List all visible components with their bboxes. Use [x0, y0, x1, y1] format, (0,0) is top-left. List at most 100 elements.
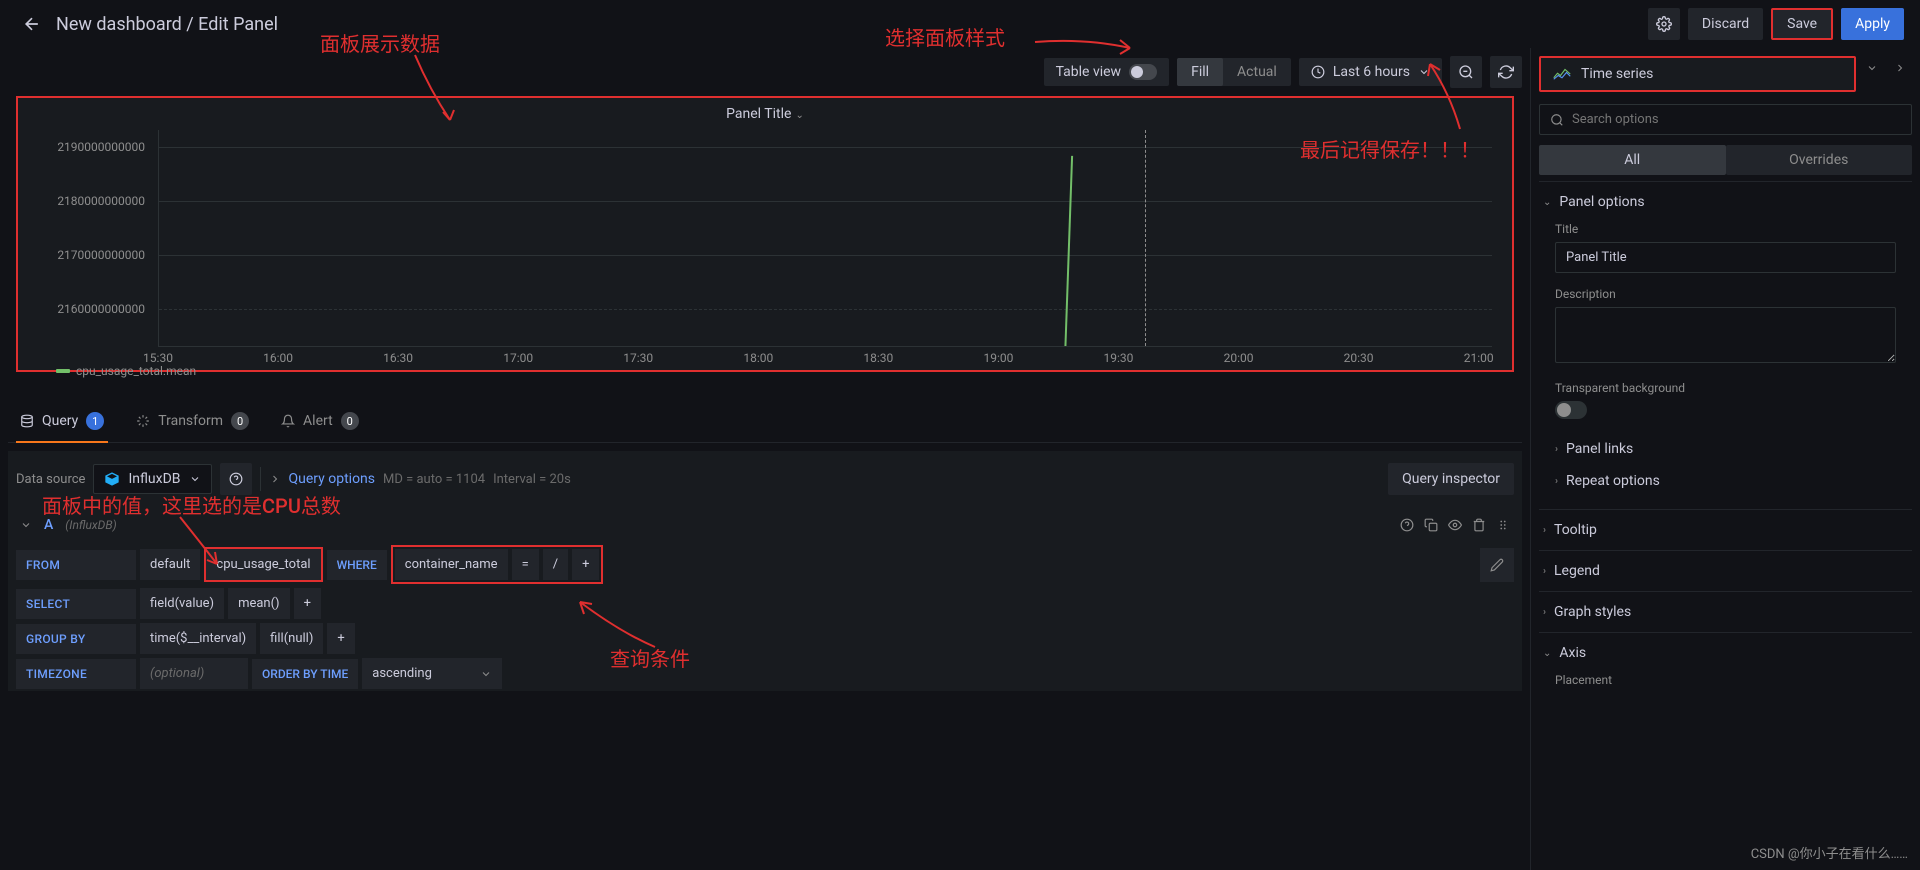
toggle-text-mode-button[interactable] [1480, 548, 1514, 582]
database-icon [20, 414, 34, 428]
visualization-name: Time series [1581, 66, 1653, 82]
section-header[interactable]: › Legend [1543, 563, 1908, 579]
refresh-button[interactable] [1490, 56, 1522, 88]
add-select[interactable]: + [294, 588, 321, 619]
title-field-label: Title [1555, 222, 1896, 236]
duplicate-button[interactable] [1424, 518, 1438, 532]
x-tick: 16:00 [263, 351, 293, 365]
drag-handle[interactable] [1496, 518, 1510, 532]
chevron-right-icon: › [1543, 566, 1546, 577]
time-range-picker[interactable]: Last 6 hours [1299, 58, 1442, 86]
chevron-right-icon: › [1555, 444, 1558, 455]
section-header[interactable]: ›Graph styles [1543, 604, 1908, 620]
apply-button[interactable]: Apply [1841, 8, 1904, 40]
tag-key[interactable]: container_name [395, 549, 508, 580]
section-axis: ⌄Axis Placement [1539, 632, 1912, 705]
datasource-label: Data source [16, 472, 85, 487]
clock-icon [1311, 65, 1325, 79]
table-view-toggle[interactable]: Table view [1044, 58, 1170, 86]
tab-badge: 1 [86, 412, 104, 430]
mean-token[interactable]: mean() [228, 588, 290, 619]
fill-pill[interactable]: Fill [1177, 58, 1223, 86]
actual-pill[interactable]: Actual [1223, 58, 1291, 86]
timezone-label: TIMEZONE [16, 659, 136, 689]
operator[interactable]: = [512, 549, 539, 580]
fill-token[interactable]: fill(null) [260, 623, 323, 654]
discard-button[interactable]: Discard [1688, 8, 1763, 40]
title-input[interactable] [1555, 242, 1896, 273]
subtab-all[interactable]: All [1539, 145, 1726, 175]
transparent-label: Transparent background [1555, 381, 1896, 395]
save-button[interactable]: Save [1771, 8, 1833, 40]
zoom-out-button[interactable] [1450, 56, 1482, 88]
x-tick: 17:30 [623, 351, 653, 365]
tab-label: Query [42, 413, 78, 429]
chevron-down-icon: ⌄ [795, 110, 803, 121]
panel-title-row[interactable]: Panel Title ⌄ [18, 98, 1512, 130]
trash-icon [1472, 518, 1486, 532]
delete-button[interactable] [1472, 518, 1486, 532]
search-input[interactable] [1572, 112, 1901, 127]
section-header[interactable]: ›Tooltip [1543, 522, 1908, 538]
section-title: Panel links [1566, 441, 1633, 457]
section-header[interactable]: ⌄Axis [1543, 645, 1908, 661]
panel-toolbar: Table view Fill Actual Last 6 hours [8, 48, 1522, 96]
toggle-visibility-button[interactable] [1448, 518, 1462, 532]
measurement-token[interactable]: cpu_usage_total [204, 547, 322, 582]
annotation-text: 面板中的值，这里选的是CPU总数 [42, 490, 341, 519]
chevron-down-icon [20, 519, 32, 531]
add-groupby[interactable]: + [327, 623, 354, 654]
tag-value[interactable]: / [543, 549, 568, 580]
annotation-text: 面板展示数据 [320, 28, 440, 57]
x-tick: 19:30 [1104, 351, 1134, 365]
back-button[interactable] [16, 8, 48, 40]
field-token[interactable]: field(value) [140, 588, 224, 619]
chart-area[interactable]: 2190000000000 2180000000000 217000000000… [18, 130, 1512, 370]
toggle-switch[interactable] [1129, 64, 1157, 80]
time-token[interactable]: time($__interval) [140, 623, 256, 654]
section-tooltip: ›Tooltip [1539, 509, 1912, 550]
query-editor: A (InfluxDB) FROM default cpu_usage_tota… [8, 507, 1522, 691]
query-actions [1400, 518, 1510, 532]
add-tag[interactable]: + [572, 549, 599, 580]
x-tick: 19:00 [983, 351, 1013, 365]
y-tick: 2160000000000 [57, 302, 145, 316]
search-options[interactable] [1539, 104, 1912, 135]
y-tick: 2180000000000 [57, 194, 145, 208]
section-title: Legend [1554, 563, 1600, 579]
section-title: Repeat options [1566, 473, 1660, 489]
subtab-overrides[interactable]: Overrides [1726, 145, 1913, 175]
query-help-button[interactable] [1400, 518, 1414, 532]
visualization-picker[interactable]: Time series [1539, 56, 1856, 92]
panel-links-header[interactable]: › Panel links [1555, 433, 1896, 465]
panel-title: Panel Title [726, 106, 791, 122]
query-options-link[interactable]: Query options [289, 471, 376, 487]
viz-expand-button[interactable] [1888, 56, 1912, 80]
legend-swatch [56, 369, 70, 373]
tab-alert[interactable]: Alert 0 [277, 404, 363, 442]
grip-icon [1496, 518, 1510, 532]
transform-icon [136, 414, 150, 428]
section-header[interactable]: ⌄ Panel options [1543, 194, 1908, 210]
retention-policy[interactable]: default [140, 549, 200, 580]
from-label: FROM [16, 550, 136, 580]
viz-dropdown-button[interactable] [1860, 56, 1884, 80]
query-inspector-button[interactable]: Query inspector [1388, 463, 1514, 495]
tab-query[interactable]: Query 1 [16, 404, 108, 442]
settings-button[interactable] [1648, 8, 1680, 40]
placement-label: Placement [1555, 673, 1896, 687]
x-tick: 20:30 [1344, 351, 1374, 365]
transparent-toggle[interactable] [1555, 401, 1587, 419]
legend[interactable]: cpu_usage_total.mean [56, 364, 196, 378]
orderby-select[interactable]: ascending [362, 658, 502, 689]
copy-icon [1424, 518, 1438, 532]
description-input[interactable] [1555, 307, 1896, 363]
query-name[interactable]: A [44, 517, 53, 533]
collapse-toggle[interactable] [20, 519, 32, 531]
repeat-options-header[interactable]: ›Repeat options [1555, 465, 1896, 497]
query-ds: (InfluxDB) [65, 518, 116, 532]
chevron-down-icon: ⌄ [1543, 648, 1551, 659]
zoom-out-icon [1458, 64, 1474, 80]
tab-transform[interactable]: Transform 0 [132, 404, 253, 442]
timezone-value[interactable]: (optional) [140, 658, 248, 689]
